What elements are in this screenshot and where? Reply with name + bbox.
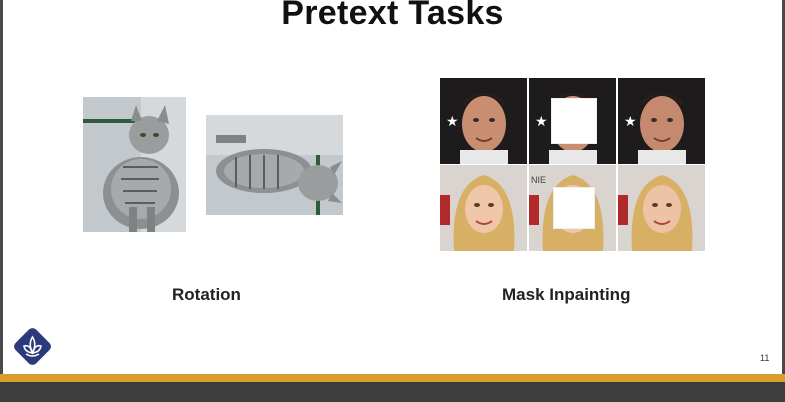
page-number: 11 — [760, 353, 770, 363]
caption-mask-inpainting: Mask Inpainting — [502, 285, 631, 304]
slide-footer-bar — [0, 382, 785, 402]
cat-photo-rotated — [206, 115, 343, 215]
slide-left-border — [0, 0, 3, 402]
svg-text:★: ★ — [446, 113, 459, 129]
face-female-masked: NIE — [529, 165, 616, 251]
face-male-original: ★ — [440, 78, 527, 164]
face-inpainting-grid: ★ ★ ★ NIE — [440, 78, 706, 251]
face-female-original — [440, 165, 527, 251]
svg-text:NIE: NIE — [531, 175, 546, 185]
slide-title: Pretext Tasks — [281, 0, 504, 32]
inpainting-mask — [551, 98, 597, 144]
cat-photo-upright — [83, 97, 186, 232]
face-male-masked: ★ — [529, 78, 616, 164]
face-male-inpainted: ★ — [618, 78, 705, 164]
slide-accent-band — [0, 374, 785, 382]
lotus-logo-icon — [12, 326, 53, 367]
face-female-inpainted — [618, 165, 705, 251]
svg-text:★: ★ — [535, 113, 548, 129]
svg-text:★: ★ — [624, 113, 637, 129]
caption-rotation: Rotation — [172, 285, 241, 304]
inpainting-mask — [553, 187, 595, 229]
